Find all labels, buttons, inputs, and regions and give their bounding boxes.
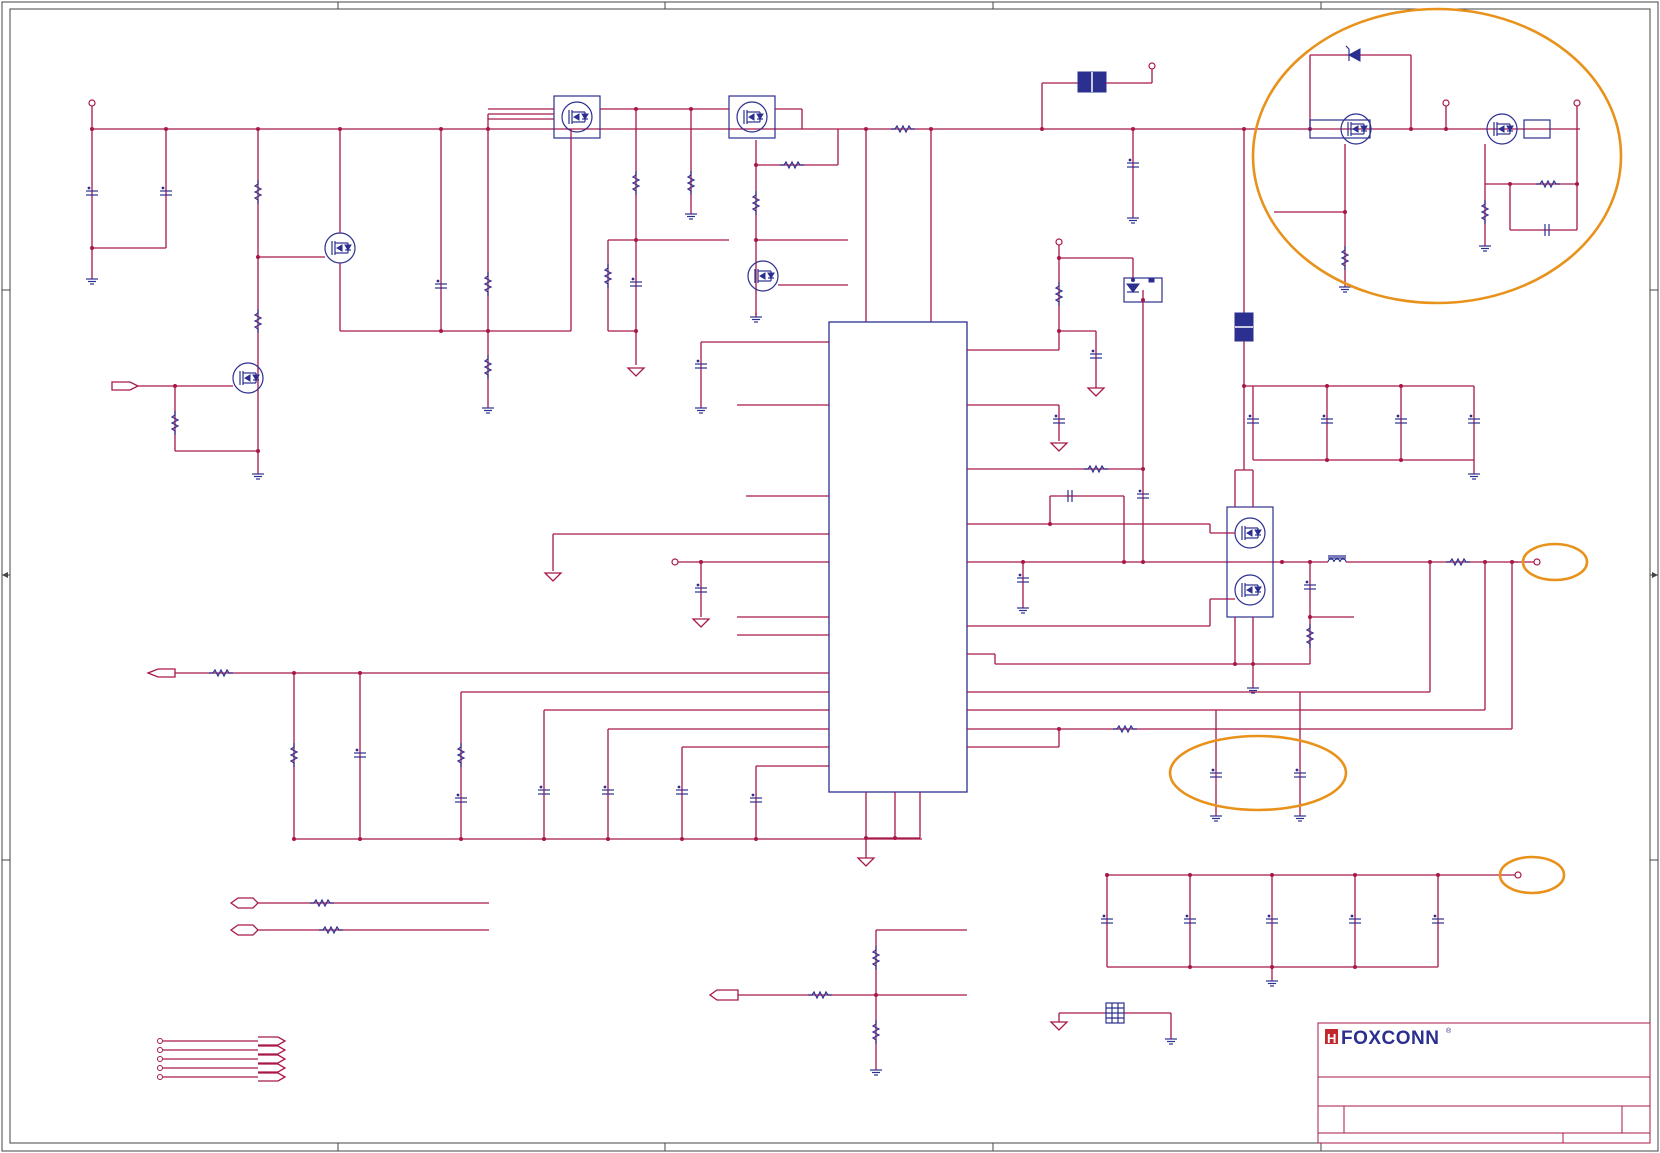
ground-icon	[1164, 1034, 1178, 1045]
ground-icon	[1087, 387, 1105, 397]
ground-icon	[1265, 976, 1279, 987]
ground-icon	[1467, 469, 1481, 480]
reverse-protection-circuit	[1243, 45, 1581, 320]
foxconn-logo: H FOXCONN ®	[1325, 1027, 1452, 1049]
mosfet-icon	[554, 96, 600, 138]
ground-icon	[1050, 1021, 1068, 1031]
highlight-filter-caps	[1168, 734, 1348, 812]
mosfet-icon	[747, 260, 779, 292]
ground-icon	[692, 618, 710, 628]
mosfet-icon	[729, 96, 775, 138]
logo-text: FOXCONN	[1341, 1028, 1440, 1049]
mosfet-icon	[1234, 517, 1266, 549]
ground-icon	[1478, 241, 1492, 252]
power-stage	[1210, 312, 1541, 694]
ground-icon	[251, 469, 265, 480]
misc-signals	[157, 897, 1178, 1082]
connector-icon	[1077, 71, 1107, 93]
ground-icon	[684, 209, 698, 220]
ground-icon	[1293, 811, 1307, 822]
connector-icon	[1234, 312, 1254, 342]
ground-icon	[749, 312, 763, 323]
ground-icon	[85, 274, 99, 285]
ground-icon	[544, 572, 562, 582]
ground-icon	[1126, 213, 1140, 224]
ground-icon	[627, 367, 645, 377]
main-power-rail	[800, 62, 1580, 322]
ground-icon	[857, 857, 875, 867]
mosfet-icon	[324, 232, 356, 264]
inductor-icon	[1327, 555, 1347, 563]
output-capacitor-bank	[1100, 871, 1522, 987]
title-block: H FOXCONN ®	[1317, 1022, 1651, 1144]
ground-icon	[694, 403, 708, 414]
diode-icon	[1345, 45, 1361, 62]
ground-icon	[1050, 442, 1068, 452]
highlight-protection-circuit	[1251, 7, 1623, 305]
ground-icon	[1016, 603, 1030, 614]
logo-mark: H	[1327, 1031, 1336, 1046]
ground-icon	[869, 1065, 883, 1076]
input-power-section	[85, 96, 848, 480]
connector-icon	[1105, 1002, 1125, 1024]
net-port-stack	[157, 1036, 287, 1082]
mosfet-icon	[1234, 574, 1266, 606]
schematic-sheet: H FOXCONN ®	[1, 1, 1659, 1152]
registered-mark: ®	[1446, 1027, 1452, 1035]
ground-icon	[481, 403, 495, 414]
compensation-network	[146, 668, 922, 841]
review-highlights	[1168, 7, 1623, 895]
ground-icon	[1209, 811, 1223, 822]
